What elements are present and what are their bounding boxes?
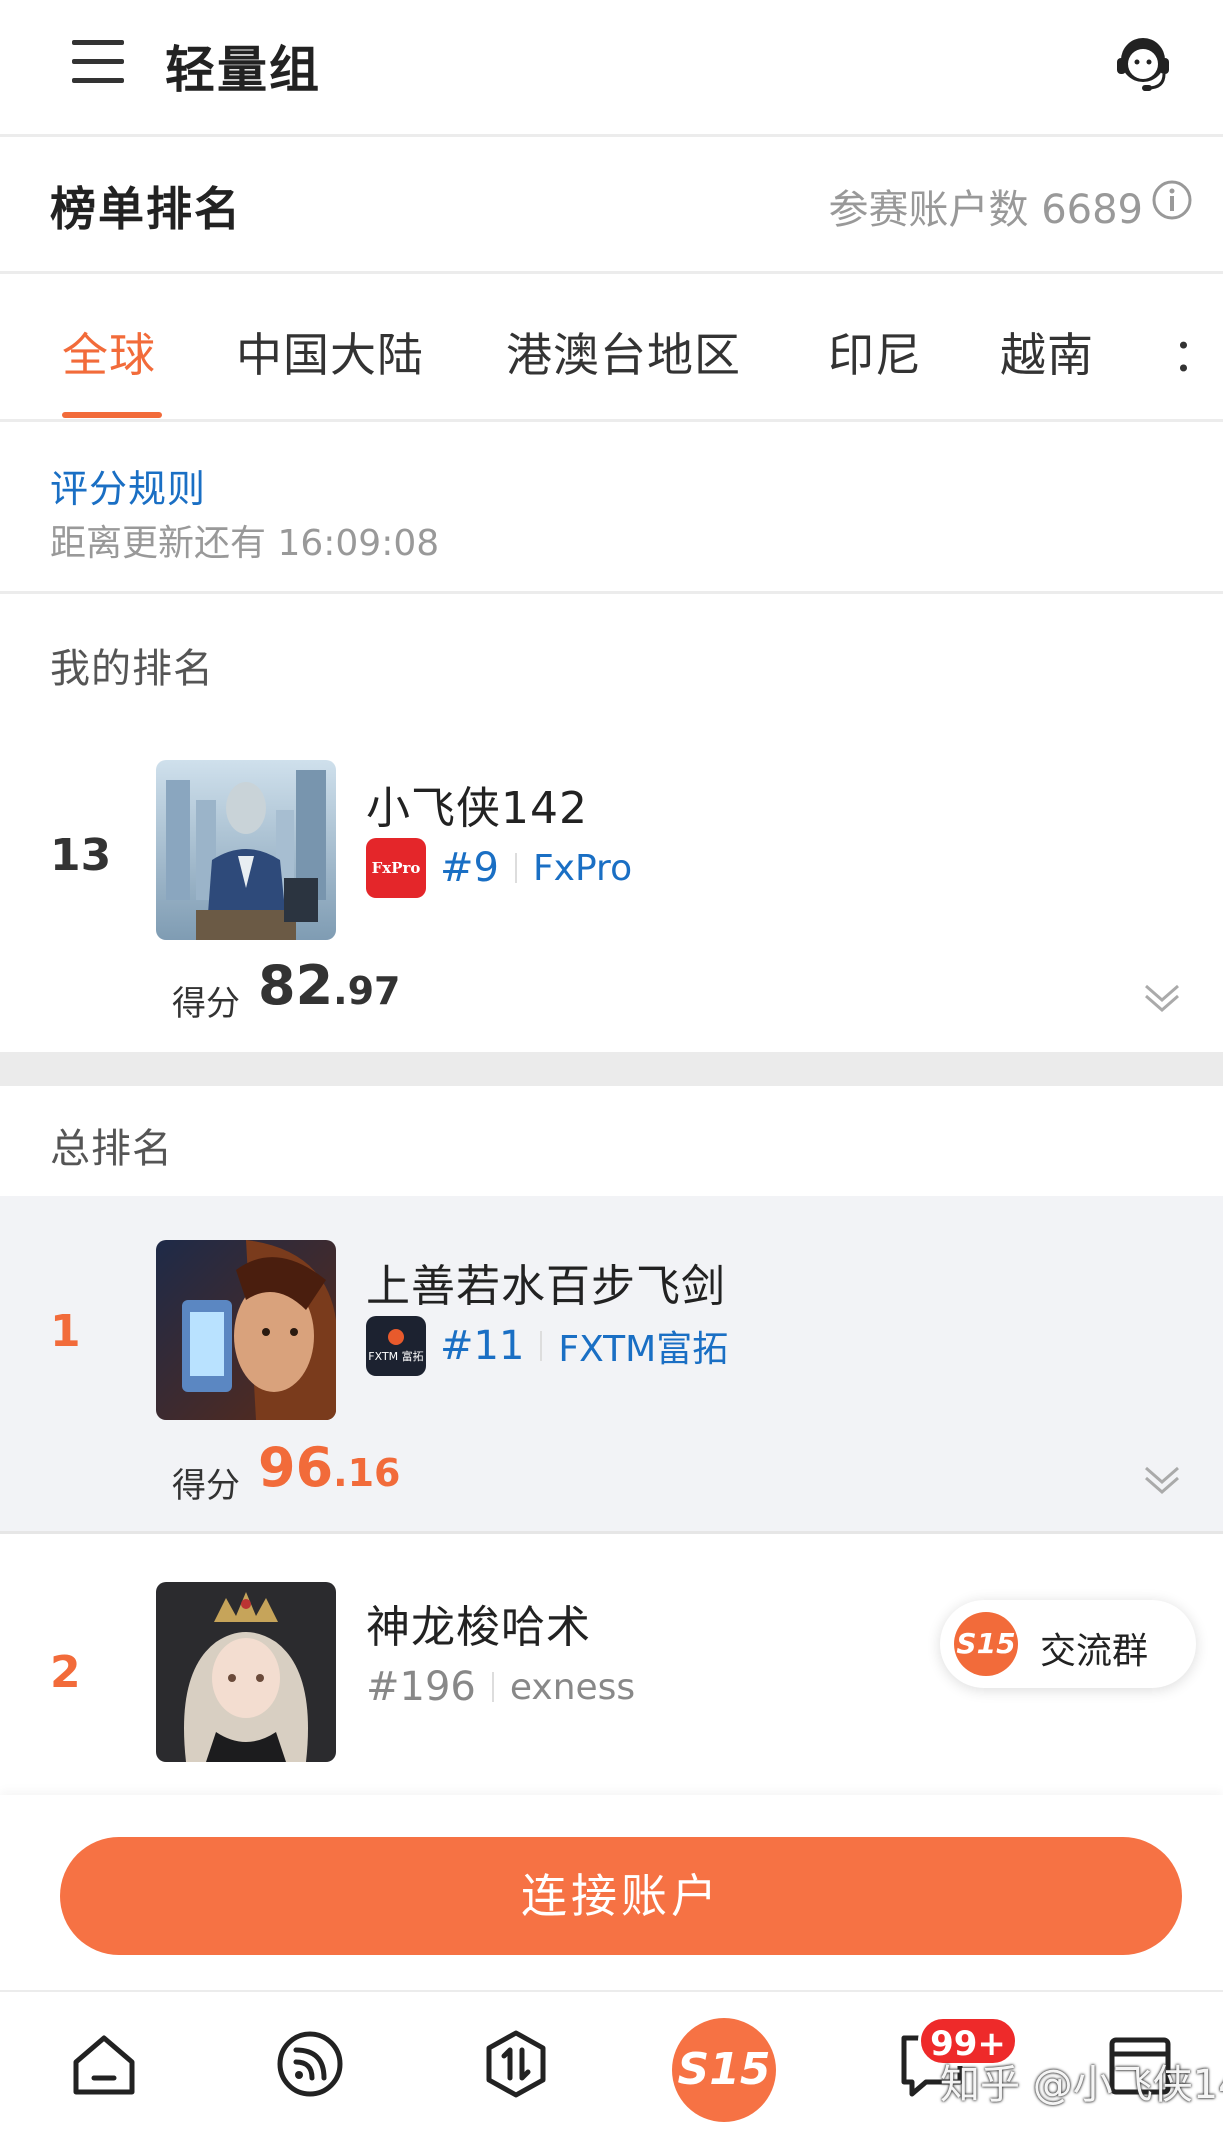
- rank-number: 1: [50, 1306, 81, 1357]
- my-ranking-label: 我的排名: [50, 646, 214, 692]
- home-icon[interactable]: [68, 2028, 140, 2100]
- tab-mainland-china[interactable]: 中国大陆: [236, 319, 424, 385]
- divider: [514, 853, 517, 883]
- broker-name: FXTM富拓: [558, 1329, 729, 1370]
- community-group-label: 交流群: [1040, 1631, 1149, 1672]
- divider: [540, 1331, 543, 1361]
- expand-chevron-icon[interactable]: [1142, 978, 1182, 1018]
- active-tab-indicator: [62, 412, 162, 418]
- avatar[interactable]: [156, 1582, 336, 1762]
- info-icon[interactable]: [1151, 179, 1193, 221]
- score-label: 得分: [172, 984, 240, 1024]
- score-value: 96.16: [258, 1436, 401, 1499]
- scoring-rules-link[interactable]: 评分规则: [50, 458, 206, 513]
- watermark-text: 知乎 @小飞侠142: [940, 2062, 1223, 2108]
- connect-account-bar: 连接账户: [0, 1795, 1223, 1990]
- broker-rank: #196: [366, 1664, 476, 1710]
- ranking-header: 榜单排名 参赛账户数 6689: [0, 137, 1223, 274]
- broker-name: FxPro: [532, 847, 633, 889]
- s15-competition-icon[interactable]: S15: [672, 2018, 776, 2122]
- community-group-button[interactable]: S15 交流群: [940, 1600, 1196, 1688]
- update-countdown: 距离更新还有 16:09:08: [50, 523, 440, 564]
- rank-number: 2: [50, 1647, 81, 1698]
- rank-number: 13: [50, 830, 112, 881]
- avatar[interactable]: [156, 760, 336, 940]
- s15-logo-icon: S15: [954, 1612, 1018, 1676]
- rules-section: 评分规则 距离更新还有 16:09:08: [0, 422, 1223, 594]
- trader-name: 小飞侠142: [366, 783, 588, 834]
- broker-info: FXTM 富拓 #11 FXTM富拓: [366, 1316, 728, 1376]
- avatar[interactable]: [156, 1240, 336, 1420]
- ranking-title: 榜单排名: [50, 182, 242, 236]
- trader-name: 上善若水百步飞剑: [366, 1261, 726, 1312]
- broker-info: FxPro #9 FxPro: [366, 838, 632, 898]
- region-tabs: 全球 中国大陆 港澳台地区 印尼 越南 ：: [0, 274, 1223, 422]
- menu-icon[interactable]: [72, 40, 124, 84]
- broker-rank: #11: [440, 1323, 525, 1369]
- page-title: 轻量组: [165, 41, 321, 99]
- tab-vietnam[interactable]: 越南: [1000, 319, 1094, 385]
- expand-chevron-icon[interactable]: [1142, 1460, 1182, 1500]
- broker-info: #196 exness: [366, 1657, 635, 1717]
- customer-service-icon[interactable]: [1110, 30, 1176, 96]
- tab-indonesia[interactable]: 印尼: [828, 319, 922, 385]
- broker-name: exness: [509, 1666, 636, 1708]
- my-ranking-card[interactable]: 13 小飞侠142 FxPro #9 FxPro 得分 82.97: [0, 720, 1223, 1052]
- broker-rank: #9: [440, 845, 499, 891]
- trader-name: 神龙梭哈术: [366, 1602, 591, 1653]
- overall-ranking-label: 总排名: [50, 1126, 173, 1172]
- section-divider: [0, 1052, 1223, 1086]
- tab-global[interactable]: 全球: [62, 319, 156, 385]
- bottom-navigation: S15 99+ 知乎 @小飞侠142: [0, 1990, 1223, 2137]
- score-label: 得分: [172, 1466, 240, 1506]
- fxtm-logo-icon: FXTM 富拓: [366, 1316, 426, 1376]
- feed-icon[interactable]: [274, 2028, 346, 2100]
- tab-hk-macao-taiwan[interactable]: 港澳台地区: [506, 319, 741, 385]
- trade-icon[interactable]: [480, 2028, 552, 2100]
- divider: [491, 1672, 494, 1702]
- connect-account-button[interactable]: 连接账户: [60, 1837, 1182, 1955]
- tab-more[interactable]: ：: [1172, 319, 1219, 385]
- ranking-row-1[interactable]: 1 上善若水百步飞剑 FXTM 富拓 #11 FXTM富拓 得分 96.16: [0, 1196, 1223, 1534]
- participants-count: 参赛账户数 6689: [828, 187, 1143, 233]
- top-bar: 轻量组: [0, 0, 1223, 137]
- fxpro-logo-icon: FxPro: [366, 838, 426, 898]
- score-value: 82.97: [258, 954, 401, 1017]
